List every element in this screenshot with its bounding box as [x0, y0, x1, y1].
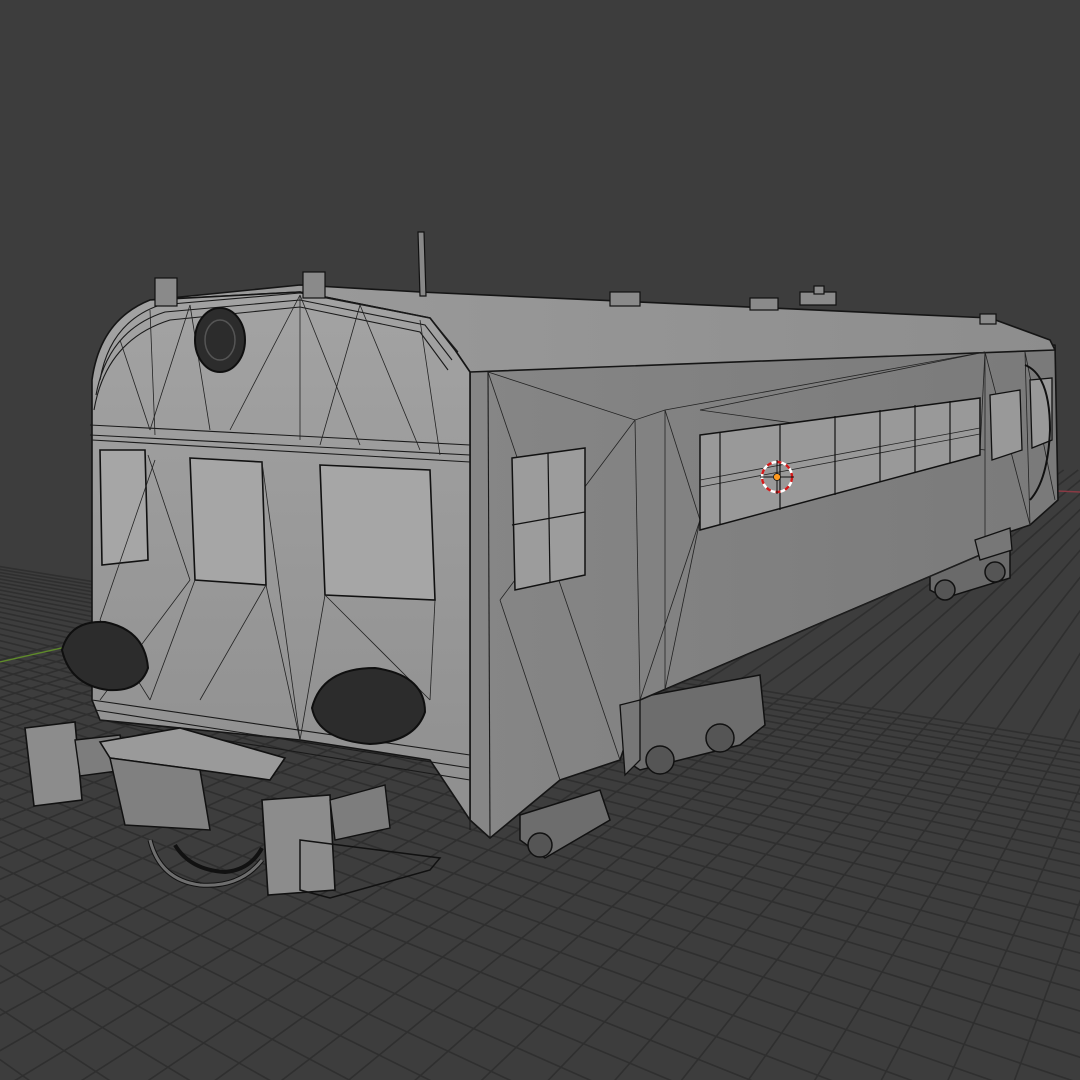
object-origin-icon[interactable] — [773, 473, 781, 481]
top-headlight — [194, 307, 246, 373]
viewport-canvas[interactable] — [0, 0, 1080, 1080]
3d-viewport[interactable] — [0, 0, 1080, 1080]
railcar-model[interactable] — [24, 231, 1059, 899]
